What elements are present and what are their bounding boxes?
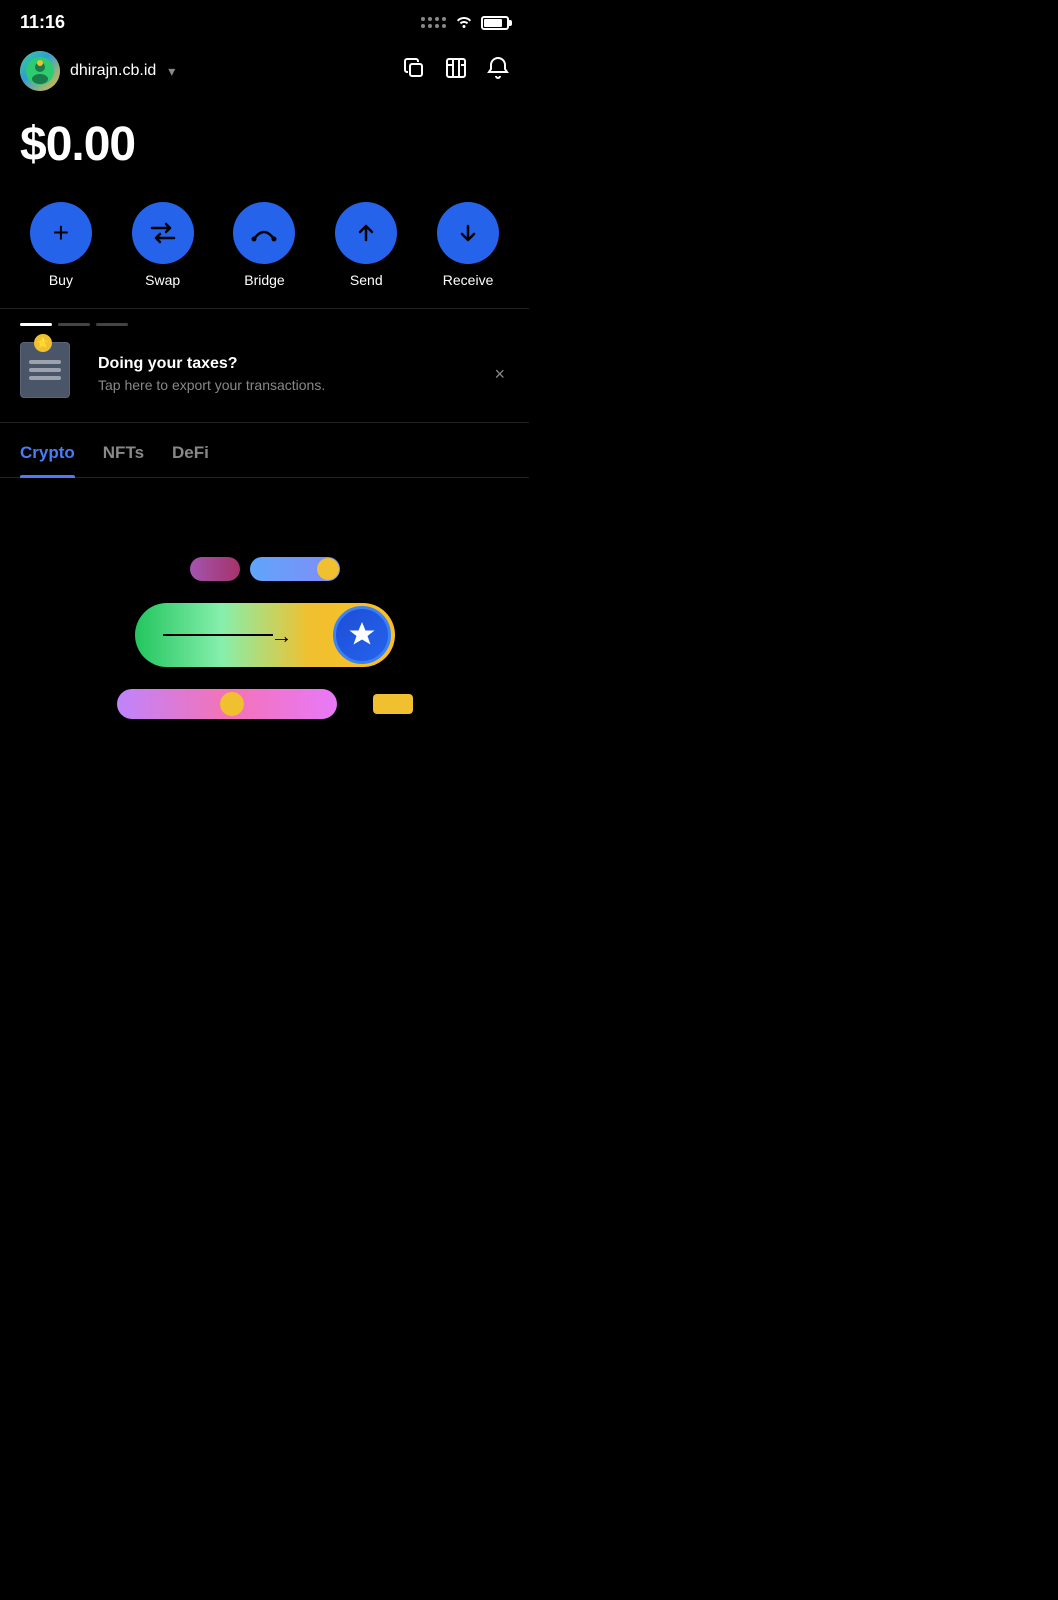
- slider-dot-1: [317, 558, 339, 580]
- buy-button[interactable]: + Buy: [30, 202, 92, 288]
- slider-handle: [333, 606, 391, 664]
- slider-row-top: [20, 557, 509, 581]
- tax-banner[interactable]: ⭐ Doing your taxes? Tap here to export y…: [0, 326, 529, 423]
- tax-title: Doing your taxes?: [98, 355, 476, 373]
- wifi-icon: [455, 14, 473, 31]
- copy-icon[interactable]: [403, 57, 425, 85]
- receive-icon: [437, 202, 499, 264]
- tab-defi[interactable]: DeFi: [172, 443, 209, 477]
- tab-crypto[interactable]: Crypto: [20, 443, 75, 477]
- header: dhirajn.cb.id ▾: [0, 41, 529, 101]
- swap-button[interactable]: Swap: [132, 202, 194, 288]
- chevron-down-icon[interactable]: ▾: [168, 63, 175, 80]
- slider-arrow: →: [139, 634, 333, 637]
- slider-pink: [190, 557, 240, 581]
- notifications-icon[interactable]: [487, 56, 509, 86]
- bridge-label: Bridge: [244, 272, 284, 288]
- slider-blue: [250, 557, 340, 581]
- avatar[interactable]: [20, 51, 60, 91]
- tax-subtitle: Tap here to export your transactions.: [98, 377, 476, 393]
- signal-icon: [421, 17, 447, 29]
- status-time: 11:16: [20, 12, 65, 33]
- avatar-image: [26, 57, 54, 85]
- crypto-content: →: [0, 478, 529, 798]
- swap-icon: [132, 202, 194, 264]
- tax-close-button[interactable]: ×: [490, 360, 509, 389]
- header-actions: [403, 56, 509, 86]
- battery-icon: [481, 16, 509, 30]
- tab-indicators: [0, 309, 529, 326]
- slider-yellow-rect: [373, 694, 413, 714]
- send-button[interactable]: Send: [335, 202, 397, 288]
- balance-amount: $0.00: [20, 117, 509, 172]
- send-label: Send: [350, 272, 383, 288]
- tax-content: Doing your taxes? Tap here to export you…: [98, 355, 476, 393]
- buy-icon: +: [30, 202, 92, 264]
- slider-star-icon: [347, 620, 377, 650]
- tax-star-icon: ⭐: [34, 334, 52, 352]
- expand-icon[interactable]: [445, 57, 467, 85]
- receive-button[interactable]: Receive: [437, 202, 499, 288]
- main-slider: →: [135, 603, 395, 667]
- account-name: dhirajn.cb.id: [70, 62, 156, 80]
- bridge-icon: [233, 202, 295, 264]
- action-buttons: + Buy Swap Bridge Send: [0, 192, 529, 308]
- slider-dot-2: [220, 692, 244, 716]
- buy-label: Buy: [49, 272, 73, 288]
- tax-icon: ⭐: [20, 342, 84, 406]
- main-slider-row: →: [135, 603, 395, 667]
- status-icons: [421, 14, 509, 31]
- send-icon: [335, 202, 397, 264]
- balance-section: $0.00: [0, 101, 529, 192]
- bridge-button[interactable]: Bridge: [233, 202, 295, 288]
- status-bar: 11:16: [0, 0, 529, 41]
- crypto-tabs: Crypto NFTs DeFi: [0, 423, 529, 478]
- receive-label: Receive: [443, 272, 494, 288]
- slider-purple: [117, 689, 337, 719]
- account-section[interactable]: dhirajn.cb.id ▾: [20, 51, 175, 91]
- tab-nfts[interactable]: NFTs: [103, 443, 144, 477]
- swap-label: Swap: [145, 272, 180, 288]
- slider-row-bottom: [20, 689, 509, 719]
